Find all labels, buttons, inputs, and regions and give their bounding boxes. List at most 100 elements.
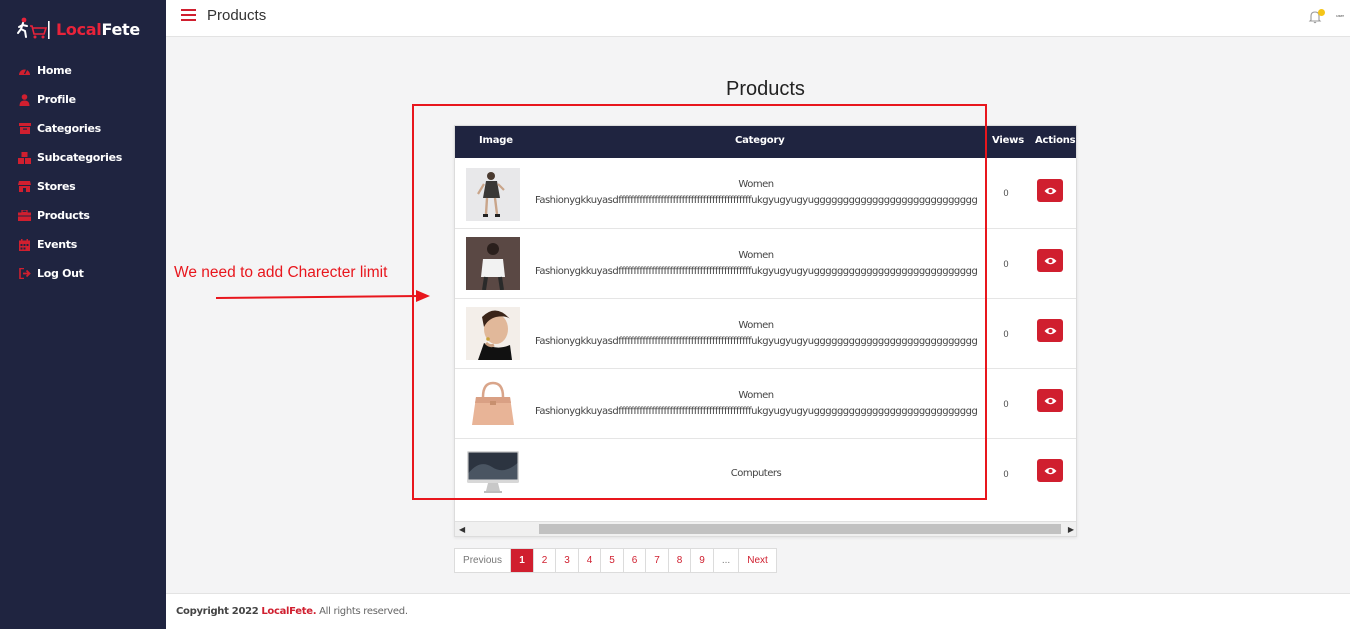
footer-brand-link[interactable]: LocalFete. — [261, 606, 316, 617]
scroll-left-icon[interactable]: ◀ — [459, 525, 465, 534]
category-description: Fashionygkkuyasdffffffffffffffffffffffff… — [535, 406, 977, 417]
logo-text-local: Local — [56, 19, 102, 39]
dashboard-icon — [18, 64, 31, 77]
header-actions: Actions — [1035, 135, 1076, 146]
previous-button[interactable]: Previous — [455, 549, 511, 572]
table-row: Women Fashionygkkuyasdffffffffffffffffff… — [455, 369, 1076, 439]
eye-icon — [1044, 257, 1056, 264]
category-name: Computers — [730, 468, 782, 479]
sidebar-item-categories[interactable]: Categories — [0, 114, 166, 143]
boxes-icon — [18, 151, 31, 164]
category-description: Fashionygkkuyasdffffffffffffffffffffffff… — [535, 195, 977, 206]
sidebar-item-label: Stores — [37, 180, 76, 193]
views-count: 0 — [1003, 329, 1009, 339]
page-8-button[interactable]: 8 — [669, 549, 691, 572]
category-description: Fashionygkkuyasdffffffffffffffffffffffff… — [535, 266, 977, 277]
product-thumbnail[interactable] — [466, 447, 520, 500]
header-views: Views — [992, 135, 1024, 146]
product-thumbnail[interactable] — [466, 237, 520, 290]
category-name: Women — [738, 179, 774, 190]
views-count: 0 — [1003, 399, 1009, 409]
sidebar-item-label: Log Out — [37, 267, 84, 280]
page-3-button[interactable]: 3 — [556, 549, 579, 572]
product-thumbnail[interactable] — [466, 377, 520, 430]
view-product-button[interactable] — [1037, 459, 1063, 482]
next-button[interactable]: Next — [739, 549, 776, 572]
calendar-icon — [18, 238, 31, 251]
header-category: Category — [735, 135, 785, 146]
eye-icon — [1044, 397, 1056, 404]
view-product-button[interactable] — [1037, 249, 1063, 272]
category-cell: Women Fashionygkkuyasdffffffffffffffffff… — [535, 318, 977, 350]
views-count: 0 — [1003, 188, 1009, 198]
sidebar-item-logout[interactable]: Log Out — [0, 259, 166, 288]
table-row: Computers 0 — [455, 439, 1076, 509]
user-menu[interactable]: user — [1336, 13, 1344, 18]
store-icon — [18, 180, 31, 193]
page-ellipsis: ... — [714, 549, 739, 572]
user-icon — [18, 93, 31, 106]
category-name: Women — [738, 390, 774, 401]
category-description: Fashionygkkuyasdffffffffffffffffffffffff… — [535, 336, 977, 347]
page-2-button[interactable]: 2 — [534, 549, 556, 572]
page-4-button[interactable]: 4 — [579, 549, 601, 572]
sidebar-nav: Home Profile Categories Subcategories St… — [0, 56, 166, 288]
page-5-button[interactable]: 5 — [601, 549, 624, 572]
sidebar-item-label: Subcategories — [37, 151, 123, 164]
sidebar-item-label: Products — [37, 209, 90, 222]
sidebar-item-events[interactable]: Events — [0, 230, 166, 259]
logo[interactable]: LocalFete — [16, 16, 140, 42]
products-table: Image Category Views Actions Women Fashi… — [454, 125, 1077, 537]
view-product-button[interactable] — [1037, 179, 1063, 202]
annotation-arrow-icon — [216, 290, 430, 302]
notification-badge — [1318, 9, 1325, 16]
table-row: Women Fashionygkkuyasdffffffffffffffffff… — [455, 158, 1076, 229]
product-thumbnail[interactable] — [466, 307, 520, 360]
eye-icon — [1044, 187, 1056, 194]
footer: Copyright 2022 LocalFete. All rights res… — [166, 593, 1350, 629]
category-cell: Women Fashionygkkuyasdffffffffffffffffff… — [535, 177, 977, 209]
logo-runner-cart-icon — [17, 17, 50, 39]
view-product-button[interactable] — [1037, 319, 1063, 342]
page-7-button[interactable]: 7 — [646, 549, 669, 572]
eye-icon — [1044, 327, 1056, 334]
sidebar-item-label: Events — [37, 238, 77, 251]
pagination: Previous 1 2 3 4 5 6 7 8 9 ... Next — [454, 548, 777, 573]
logo-text-fete: Fete — [101, 19, 140, 39]
category-cell: Women Fashionygkkuyasdffffffffffffffffff… — [535, 388, 977, 420]
footer-rights: All rights reserved. — [319, 606, 408, 617]
horizontal-scrollbar[interactable]: ◀ ▶ — [455, 521, 1076, 536]
views-count: 0 — [1003, 259, 1009, 269]
scroll-right-icon[interactable]: ▶ — [1068, 525, 1074, 534]
product-thumbnail[interactable] — [466, 168, 520, 221]
topbar: Products user — [166, 0, 1350, 37]
sidebar-item-profile[interactable]: Profile — [0, 85, 166, 114]
copyright-text: Copyright 2022 LocalFete. All rights res… — [176, 606, 408, 617]
sidebar-item-label: Home — [37, 64, 72, 77]
logo-text: LocalFete — [56, 20, 140, 39]
sidebar-item-products[interactable]: Products — [0, 201, 166, 230]
scrollbar-thumb[interactable] — [539, 524, 1061, 534]
logout-icon — [18, 267, 31, 280]
sidebar-item-subcategories[interactable]: Subcategories — [0, 143, 166, 172]
sidebar-item-home[interactable]: Home — [0, 56, 166, 85]
table-header: Image Category Views Actions — [455, 126, 1076, 158]
page-1-button[interactable]: 1 — [511, 549, 534, 572]
sidebar: LocalFete Home Profile Categories Subcat… — [0, 0, 166, 629]
hamburger-menu-icon[interactable] — [181, 9, 196, 22]
topbar-title: Products — [207, 7, 267, 24]
copyright-year: Copyright 2022 — [176, 606, 259, 617]
table-row: Women Fashionygkkuyasdffffffffffffffffff… — [455, 229, 1076, 299]
category-name: Women — [738, 250, 774, 261]
category-name: Women — [738, 320, 774, 331]
view-product-button[interactable] — [1037, 389, 1063, 412]
page-9-button[interactable]: 9 — [691, 549, 714, 572]
table-row: Women Fashionygkkuyasdffffffffffffffffff… — [455, 299, 1076, 369]
archive-box-icon — [18, 122, 31, 135]
header-image: Image — [479, 135, 513, 146]
page-6-button[interactable]: 6 — [624, 549, 646, 572]
sidebar-item-stores[interactable]: Stores — [0, 172, 166, 201]
eye-icon — [1044, 467, 1056, 474]
category-cell: Women Fashionygkkuyasdffffffffffffffffff… — [535, 248, 977, 280]
sidebar-item-label: Profile — [37, 93, 76, 106]
